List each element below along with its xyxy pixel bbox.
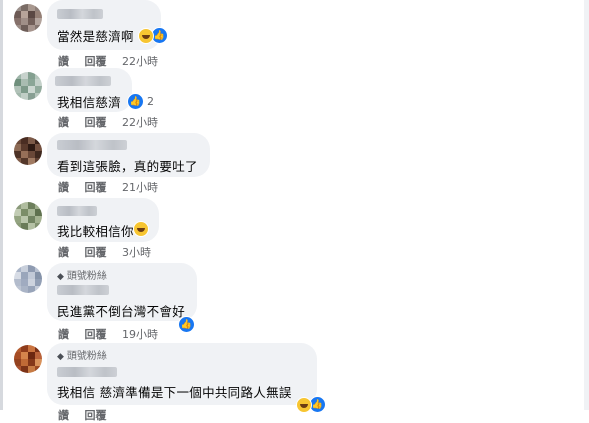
timestamp[interactable]: 3小時: [122, 246, 151, 259]
comment-bubble: ◆ 頭號粉絲 民進黨不倒台灣不會好: [47, 263, 197, 321]
haha-icon: [133, 221, 149, 237]
reply-button[interactable]: 回覆: [85, 116, 107, 129]
avatar[interactable]: [14, 72, 42, 100]
timestamp[interactable]: 19小時: [122, 328, 158, 341]
reaction-summary[interactable]: 👍: [178, 316, 195, 333]
diamond-badge-icon: ◆: [57, 272, 64, 282]
comment-actions: 讚 回覆 22小時: [58, 53, 170, 69]
avatar[interactable]: [14, 345, 42, 373]
comment-bubble: ◆ 頭號粉絲 我相信 慈濟準備是下一個中共同路人無誤: [47, 343, 317, 405]
comment-text: 當然是慈濟啊: [57, 29, 134, 44]
comment-text: 我相信慈濟: [57, 95, 122, 110]
avatar[interactable]: [14, 265, 42, 293]
author-name-blurred[interactable]: [57, 140, 127, 150]
like-button[interactable]: 讚: [58, 328, 69, 341]
reaction-summary[interactable]: 👍 2: [127, 93, 154, 110]
haha-icon: [296, 396, 312, 413]
author-name-blurred[interactable]: [57, 285, 109, 295]
like-button[interactable]: 讚: [58, 246, 69, 259]
like-icon: 👍: [178, 316, 195, 333]
comment-actions: 讚 回覆: [58, 407, 119, 423]
avatar[interactable]: [14, 202, 42, 230]
diamond-badge-icon: ◆: [57, 352, 64, 362]
avatar[interactable]: [14, 4, 42, 32]
comment-actions: 讚 回覆 22小時: [58, 114, 170, 130]
comment-actions: 讚 回覆 3小時: [58, 244, 163, 260]
top-fan-badge[interactable]: ◆ 頭號粉絲: [57, 267, 107, 282]
comment-text: 我相信 慈濟準備是下一個中共同路人無誤: [57, 385, 292, 400]
badge-label: 頭號粉絲: [66, 271, 107, 282]
haha-icon: [138, 27, 154, 44]
like-icon: 👍: [127, 93, 144, 110]
reply-button[interactable]: 回覆: [85, 409, 107, 422]
author-name-blurred[interactable]: [55, 76, 111, 86]
timestamp[interactable]: 22小時: [122, 55, 158, 68]
author-name-blurred[interactable]: [57, 206, 97, 216]
reply-button[interactable]: 回覆: [85, 246, 107, 259]
reply-button[interactable]: 回覆: [85, 181, 107, 194]
reaction-summary[interactable]: 👍: [138, 27, 168, 44]
top-fan-badge[interactable]: ◆ 頭號粉絲: [57, 347, 107, 362]
reaction-summary[interactable]: [133, 221, 149, 237]
reaction-count: 2: [147, 95, 154, 108]
comment-bubble: 看到這張臉，真的要吐了: [47, 133, 210, 177]
window-left-edge: [0, 0, 3, 410]
comment-text: 民進黨不倒台灣不會好: [57, 304, 186, 319]
comment-bubble: 我相信慈濟: [47, 68, 132, 112]
scrollbar-track[interactable]: [584, 0, 589, 410]
comment-actions: 讚 回覆 19小時: [58, 326, 170, 342]
timestamp[interactable]: 21小時: [122, 181, 158, 194]
comment-text: 我比較相信你: [57, 224, 134, 239]
reaction-summary[interactable]: 👍: [296, 396, 326, 413]
comment-text: 看到這張臉，真的要吐了: [57, 159, 198, 174]
author-name-blurred[interactable]: [57, 9, 103, 19]
timestamp[interactable]: 22小時: [122, 116, 158, 129]
reply-button[interactable]: 回覆: [85, 55, 107, 68]
like-button[interactable]: 讚: [58, 409, 69, 422]
avatar[interactable]: [14, 137, 42, 165]
like-button[interactable]: 讚: [58, 55, 69, 68]
badge-label: 頭號粉絲: [66, 351, 107, 362]
author-name-blurred[interactable]: [57, 367, 117, 377]
like-button[interactable]: 讚: [58, 181, 69, 194]
reply-button[interactable]: 回覆: [85, 328, 107, 341]
comment-actions: 讚 回覆 21小時: [58, 179, 170, 195]
like-button[interactable]: 讚: [58, 116, 69, 129]
